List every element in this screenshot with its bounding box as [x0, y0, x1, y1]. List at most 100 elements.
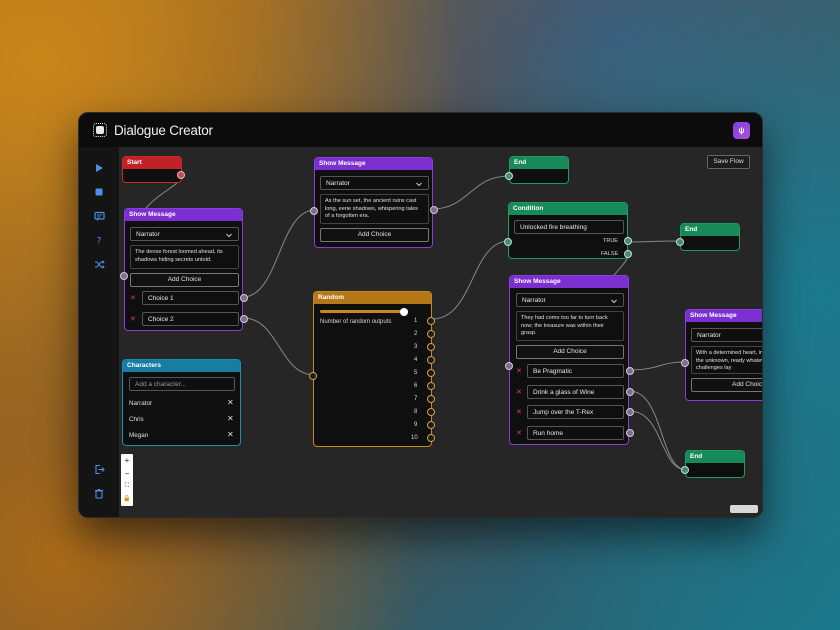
node-title: Condition: [509, 203, 627, 215]
choice-output-handle[interactable]: [626, 388, 634, 396]
show-message-node-3[interactable]: Show Message Narrator They had come too …: [505, 275, 634, 445]
choice-input[interactable]: Run home: [527, 426, 624, 440]
message-icon[interactable]: [91, 208, 107, 224]
stop-icon[interactable]: [91, 184, 107, 200]
false-output-handle[interactable]: [624, 250, 632, 258]
random-output-handle[interactable]: [427, 330, 435, 338]
add-choice-button[interactable]: Add Choice: [516, 345, 624, 359]
random-output-handle[interactable]: [427, 382, 435, 390]
start-node[interactable]: Start: [122, 156, 185, 183]
true-label: TRUE: [603, 238, 618, 244]
message-text[interactable]: They had come too far to turn back now; …: [516, 311, 624, 341]
random-output-handle[interactable]: [427, 408, 435, 416]
canvas-scrollbar[interactable]: [730, 505, 758, 513]
remove-choice-icon[interactable]: ✕: [130, 315, 136, 323]
add-choice-button[interactable]: Add Choice: [130, 273, 239, 287]
remove-choice-icon[interactable]: ✕: [516, 367, 522, 375]
trash-icon[interactable]: [91, 485, 107, 501]
character-select[interactable]: Narrator: [130, 227, 239, 241]
input-handle[interactable]: [120, 272, 128, 280]
show-message-node-4[interactable]: Show Message Narrator With a determined …: [681, 309, 762, 401]
message-text[interactable]: As the sun set, the ancient ruins cast l…: [320, 194, 429, 224]
save-flow-button[interactable]: Save Flow: [707, 155, 750, 169]
random-output-label: 9: [414, 422, 418, 428]
remove-character-icon[interactable]: ✕: [227, 430, 234, 439]
character-row: Megan: [129, 432, 149, 439]
zoom-in-button[interactable]: +: [121, 454, 133, 467]
message-text[interactable]: With a determined heart, into the unknow…: [691, 346, 762, 374]
end-node-1[interactable]: End: [505, 156, 569, 184]
input-handle[interactable]: [681, 466, 689, 474]
random-slider[interactable]: [320, 310, 408, 313]
choice-output-handle[interactable]: [240, 294, 248, 302]
add-character-input[interactable]: Add a character...: [129, 377, 235, 391]
random-output-handle[interactable]: [427, 343, 435, 351]
choice-input[interactable]: Be Pragmatic: [527, 364, 624, 378]
message-text[interactable]: The dense forest loomed ahead, its shado…: [130, 245, 239, 269]
choice-input[interactable]: Jump over the T-Rex: [527, 405, 624, 419]
choice-output-handle[interactable]: [626, 408, 634, 416]
condition-select[interactable]: Unlocked fire breathing: [514, 220, 624, 234]
random-output-handle[interactable]: [427, 317, 435, 325]
help-icon[interactable]: ?: [91, 232, 107, 248]
remove-choice-icon[interactable]: ✕: [516, 388, 522, 396]
random-output-label: 5: [414, 370, 418, 376]
fit-view-button[interactable]: ⛶: [121, 480, 133, 493]
flow-canvas[interactable]: Save Flow: [119, 147, 762, 517]
add-choice-button[interactable]: Add Choic: [691, 378, 762, 392]
random-node[interactable]: Random Number of random outputs 1 2 3 4 …: [309, 291, 435, 447]
random-output-handle[interactable]: [427, 356, 435, 364]
input-handle[interactable]: [504, 238, 512, 246]
remove-choice-icon[interactable]: ✕: [516, 408, 522, 416]
random-output-label: 10: [411, 435, 418, 441]
remove-character-icon[interactable]: ✕: [227, 398, 234, 407]
character-row: Narrator: [129, 400, 153, 407]
end-node-2[interactable]: End: [676, 223, 740, 251]
output-handle[interactable]: [430, 206, 438, 214]
choice-output-handle[interactable]: [626, 367, 634, 375]
input-handle[interactable]: [310, 207, 318, 215]
random-output-handle[interactable]: [427, 434, 435, 442]
node-title: Show Message: [315, 158, 432, 170]
node-title: Random: [314, 292, 431, 304]
start-output-handle[interactable]: [177, 171, 185, 179]
remove-character-icon[interactable]: ✕: [227, 414, 234, 423]
condition-node[interactable]: Condition Unlocked fire breathing TRUE F…: [504, 202, 632, 259]
character-select[interactable]: Narrator: [691, 328, 762, 342]
remove-choice-icon[interactable]: ✕: [130, 294, 136, 302]
show-message-node-1[interactable]: Show Message Narrator The dense forest l…: [120, 208, 248, 331]
shuffle-icon[interactable]: [91, 256, 107, 272]
input-handle[interactable]: [681, 359, 689, 367]
input-handle[interactable]: [505, 362, 513, 370]
node-title: Show Message: [686, 310, 762, 322]
node-title: Show Message: [510, 276, 628, 288]
remove-choice-icon[interactable]: ✕: [516, 429, 522, 437]
export-icon[interactable]: [91, 461, 107, 477]
title-bar: Dialogue Creator ψ: [79, 113, 762, 147]
random-slider-knob[interactable]: [400, 307, 408, 316]
input-handle[interactable]: [505, 172, 513, 180]
avatar[interactable]: ψ: [733, 122, 750, 139]
choice-output-handle[interactable]: [626, 429, 634, 437]
random-output-handle[interactable]: [427, 369, 435, 377]
show-message-node-2[interactable]: Show Message Narrator As the sun set, th…: [310, 157, 438, 248]
random-output-handle[interactable]: [427, 421, 435, 429]
lock-icon[interactable]: 🔒: [121, 493, 133, 506]
true-output-handle[interactable]: [624, 237, 632, 245]
character-select[interactable]: Narrator: [320, 176, 429, 190]
choice-output-handle[interactable]: [240, 315, 248, 323]
character-select-value: Narrator: [326, 180, 350, 187]
choice-input[interactable]: Choice 2: [142, 312, 239, 326]
add-choice-button[interactable]: Add Choice: [320, 228, 429, 242]
play-icon[interactable]: [91, 160, 107, 176]
choice-input[interactable]: Drink a glass of Wine: [527, 385, 624, 399]
zoom-out-button[interactable]: −: [121, 467, 133, 480]
zoom-controls: + − ⛶ 🔒: [121, 454, 133, 506]
input-handle[interactable]: [676, 238, 684, 246]
input-handle[interactable]: [309, 372, 317, 380]
random-output-handle[interactable]: [427, 395, 435, 403]
logo-icon: [93, 123, 107, 137]
choice-input[interactable]: Choice 1: [142, 291, 239, 305]
end-node-3[interactable]: End: [681, 450, 745, 478]
character-select[interactable]: Narrator: [516, 293, 624, 307]
